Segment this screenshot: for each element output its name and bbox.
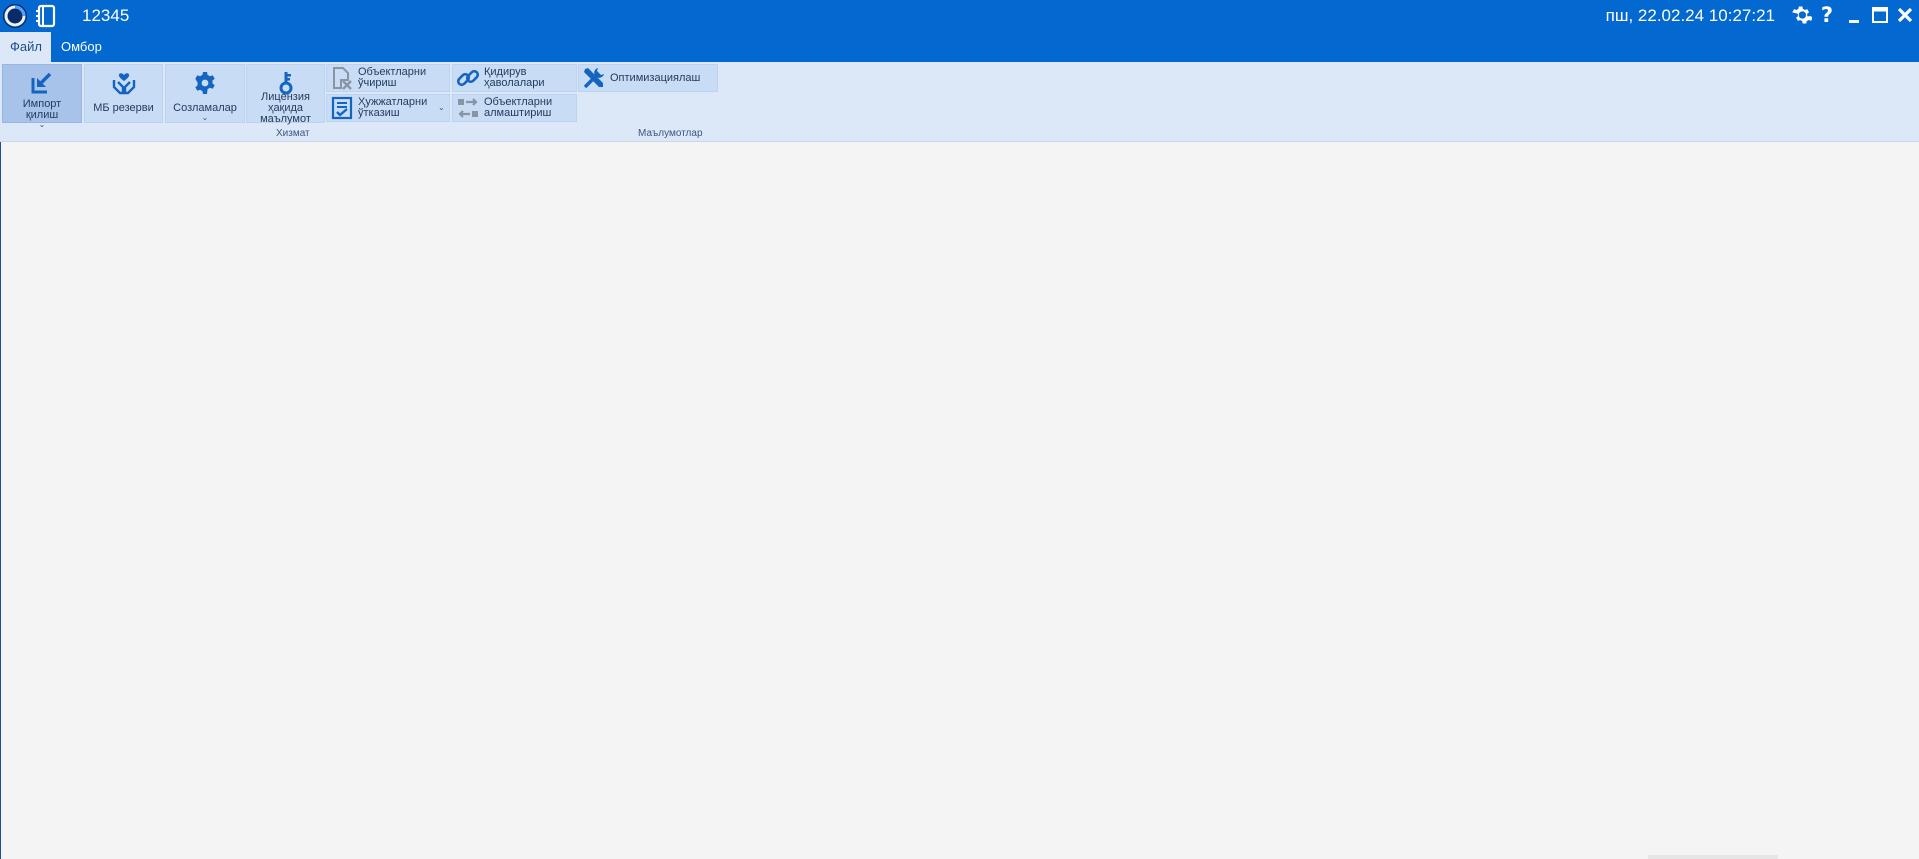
app-logo-icon[interactable]	[2, 3, 28, 29]
import-icon	[28, 70, 56, 96]
settings-button[interactable]: Созламалар ⌄	[165, 64, 245, 123]
import-button[interactable]: Импорт қилиш ⌄	[2, 64, 82, 129]
status-strip	[1648, 855, 1778, 859]
search-links-label: Қидирув ҳаволалари	[484, 66, 545, 89]
tab-warehouse[interactable]: Омбор	[51, 32, 112, 62]
swap-icon	[456, 96, 480, 120]
close-icon[interactable]	[1893, 3, 1917, 27]
group-label-data: Маълумотлар	[638, 128, 703, 139]
link-icon	[456, 66, 480, 90]
workspace-border	[0, 142, 1, 859]
license-button[interactable]: Лицензия ҳақида маълумот	[246, 64, 325, 125]
gear-icon	[191, 70, 219, 96]
optimization-button[interactable]: Оптимизациялаш	[578, 64, 718, 92]
license-button-label: Лицензия ҳақида маълумот	[260, 91, 311, 125]
swap-objects-label: Объектларни алмаштириш	[484, 96, 553, 119]
delete-objects-button[interactable]: Объектларни ўчириш	[326, 64, 450, 92]
group-label-service: Хизмат	[276, 128, 310, 139]
tools-icon	[582, 66, 606, 90]
window-title: 12345	[82, 6, 130, 25]
optimization-label: Оптимизациялаш	[610, 71, 701, 84]
post-documents-button[interactable]: Ҳужжатларни ўтказиш ⌄	[326, 94, 450, 122]
title-bar: 12345 пш, 22.02.24 10:27:21 ?	[0, 0, 1919, 31]
help-icon[interactable]: ?	[1815, 3, 1839, 27]
minimize-icon[interactable]	[1843, 3, 1867, 27]
chevron-down-icon: ⌄	[38, 120, 46, 129]
datetime-display: пш, 22.02.24 10:27:21	[1605, 6, 1775, 25]
tab-file[interactable]: Файл	[0, 32, 51, 62]
menu-bar: Файл Омбор	[0, 31, 1919, 62]
notebook-icon[interactable]	[34, 4, 58, 28]
swap-objects-button[interactable]: Объектларни алмаштириш	[452, 94, 577, 122]
chevron-down-icon: ⌄	[438, 103, 445, 112]
hands-heart-icon	[110, 70, 138, 96]
maximize-icon[interactable]	[1868, 3, 1892, 27]
ribbon-panel: Импорт қилиш ⌄ МБ резерви Созламалар ⌄ Л…	[0, 62, 1919, 142]
import-button-label: Импорт қилиш	[22, 98, 62, 121]
search-links-button[interactable]: Қидирув ҳаволалари	[452, 64, 577, 92]
post-documents-label: Ҳужжатларни ўтказиш	[358, 96, 428, 119]
backup-button[interactable]: МБ резерви	[84, 64, 163, 123]
backup-button-label: МБ резерви	[93, 102, 154, 114]
chevron-down-icon: ⌄	[201, 113, 209, 122]
checked-document-icon	[330, 96, 354, 120]
delete-objects-label: Объектларни ўчириш	[358, 66, 427, 89]
delete-document-icon	[330, 66, 354, 90]
gear-icon[interactable]	[1789, 3, 1813, 27]
